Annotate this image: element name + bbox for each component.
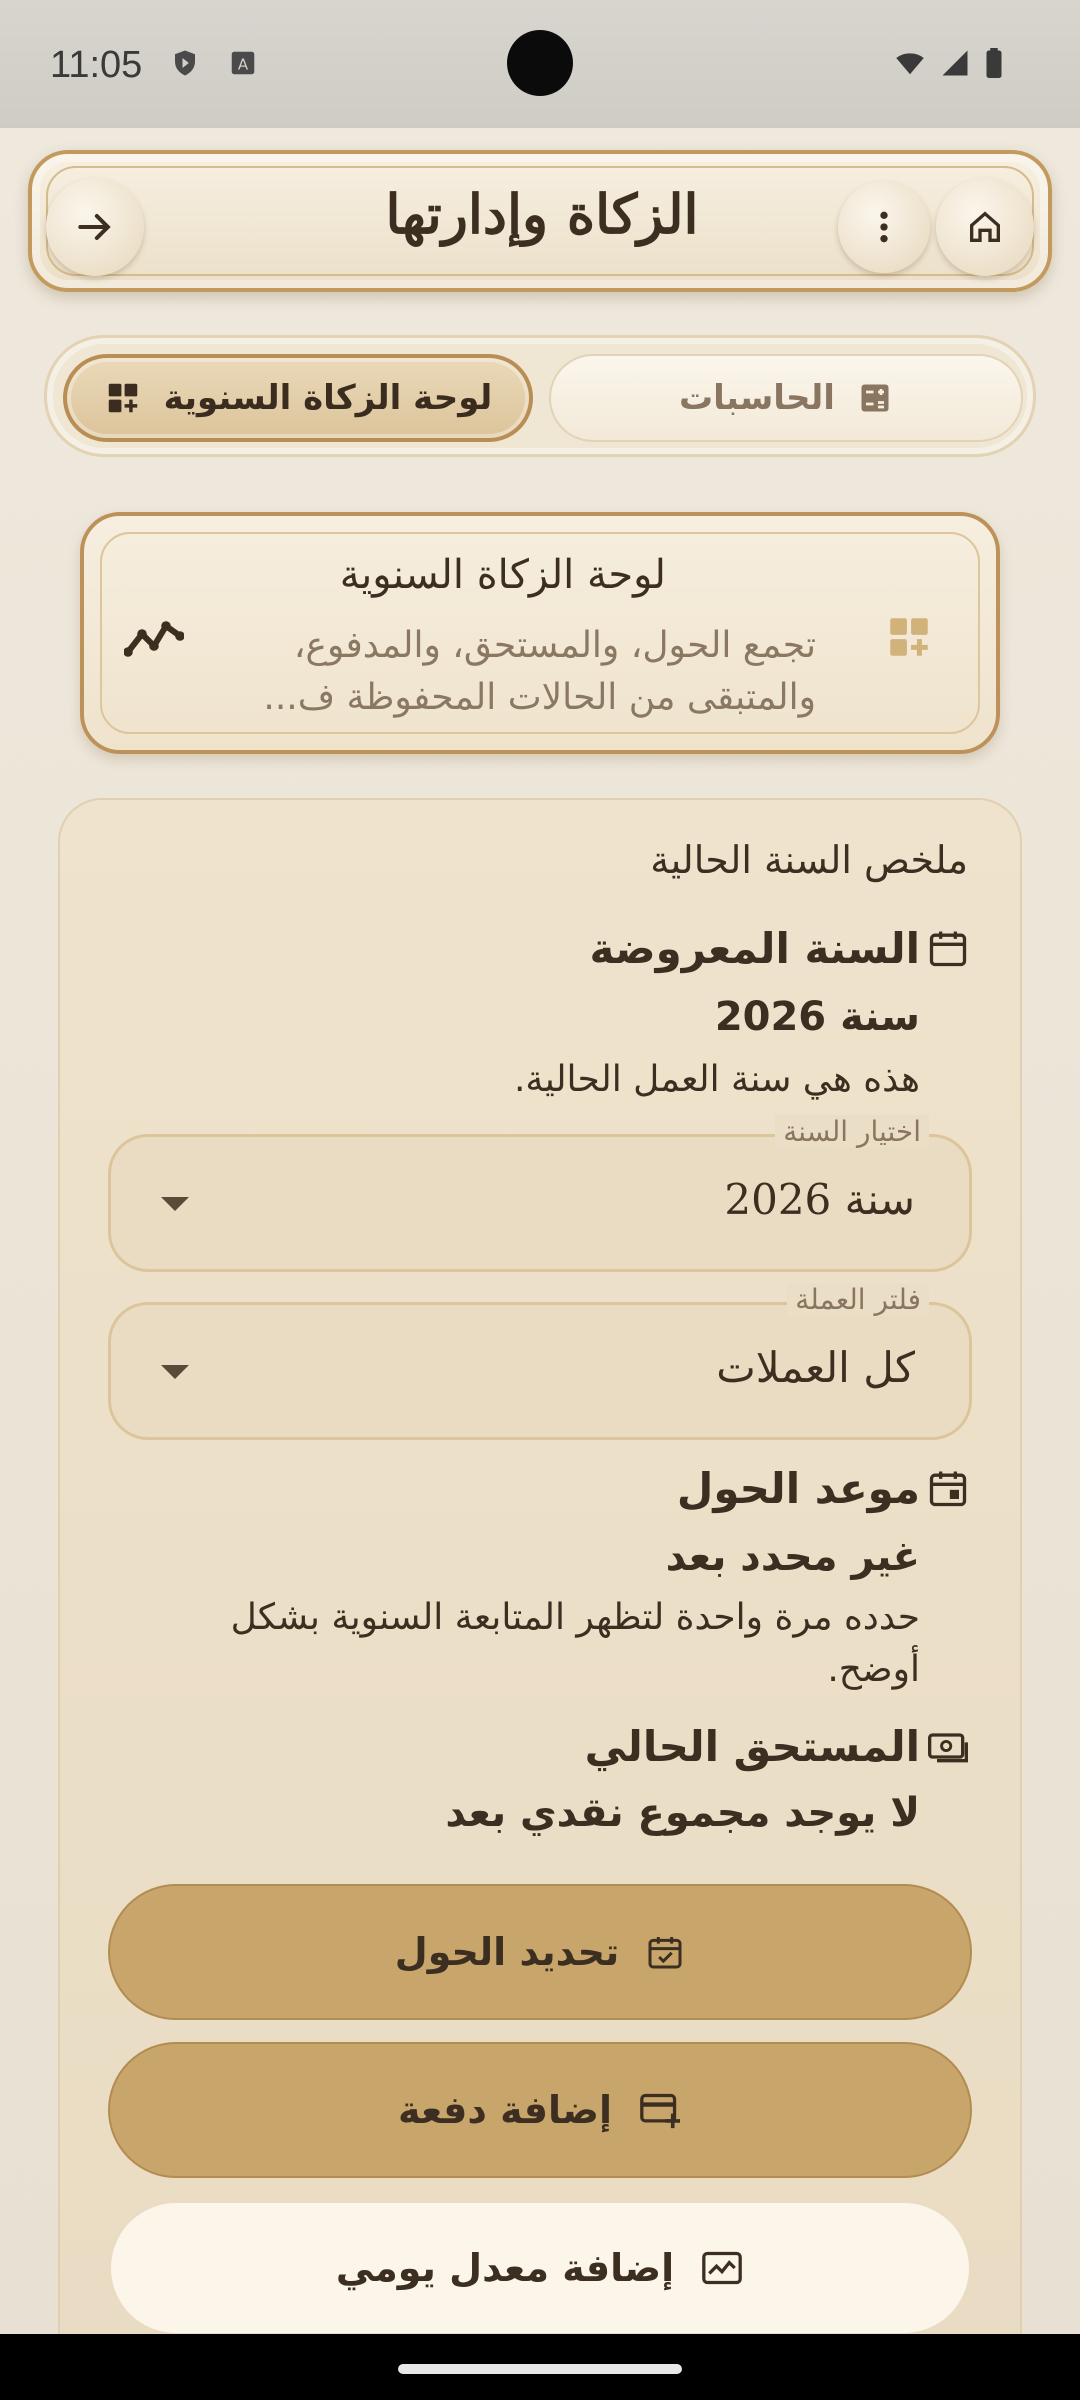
section-label: ملخص السنة الحالية — [650, 838, 968, 882]
hawl-date-subtitle: حدده مرة واحدة لتظهر المتابعة السنوية بش… — [230, 1597, 920, 1690]
status-time: 11:05 — [50, 44, 143, 86]
set-hawl-label: تحديد الحول — [394, 1930, 620, 1974]
hawl-date-title: موعد الحول — [676, 1464, 920, 1513]
year-select[interactable]: اختيار السنة سنة 2026 — [108, 1115, 972, 1272]
current-due-title: المستحق الحالي — [584, 1722, 920, 1771]
add-payment-button[interactable]: إضافة دفعة — [108, 2042, 972, 2178]
currency-filter-value: كل العملات — [716, 1343, 915, 1392]
svg-text:A: A — [238, 55, 249, 73]
more-menu-button[interactable] — [838, 181, 930, 273]
hawl-date-value: غير محدد بعد — [665, 1534, 920, 1580]
tab-calculators[interactable]: الحاسبات — [549, 354, 1023, 442]
tab-annual-dashboard[interactable]: لوحة الزكاة السنوية — [63, 354, 533, 442]
tab-bar: لوحة الزكاة السنوية الحاسبات — [44, 335, 1036, 457]
trend-line-icon — [124, 621, 184, 657]
more-vert-icon — [880, 211, 888, 243]
add-daily-rate-label: إضافة معدل يومي — [335, 2246, 675, 2290]
event-available-icon — [648, 1937, 682, 1969]
dashboard-info-card[interactable]: لوحة الزكاة السنوية تجمع الحول، والمستحق… — [80, 512, 1000, 754]
home-icon — [970, 211, 1000, 242]
home-button[interactable] — [936, 178, 1034, 276]
displayed-year-value: سنة 2026 — [714, 994, 920, 1040]
chart-rate-icon — [702, 2251, 743, 2285]
status-bar: 11:05 A — [0, 0, 1080, 128]
tab-annual-dashboard-label: لوحة الزكاة السنوية — [163, 378, 493, 418]
displayed-year-title: السنة المعروضة — [589, 924, 920, 973]
dropdown-arrow-icon — [161, 1197, 189, 1211]
a-keyboard-icon: A — [231, 51, 255, 75]
battery-icon — [986, 48, 1002, 78]
dashboard-add-icon — [108, 383, 137, 413]
shield-status-icon — [175, 50, 195, 76]
displayed-year-subtitle: هذه هي سنة العمل الحالية. — [513, 1059, 920, 1100]
tab-calculators-label: الحاسبات — [679, 378, 835, 418]
year-select-label: اختيار السنة — [775, 1115, 929, 1148]
add-payment-label: إضافة دفعة — [397, 2088, 613, 2132]
calendar-icon — [929, 931, 967, 967]
currency-filter-select[interactable]: فلتر العملة كل العملات — [108, 1283, 972, 1440]
arrow-right-icon — [78, 213, 111, 241]
camera-cutout — [507, 30, 573, 96]
set-hawl-button[interactable]: تحديد الحول — [108, 1884, 972, 2020]
home-gesture-handle[interactable] — [398, 2364, 682, 2374]
dropdown-arrow-icon — [161, 1365, 189, 1379]
app-bar: الزكاة وإدارتها — [28, 150, 1052, 292]
dashboard-add-icon — [890, 618, 928, 656]
info-card-description: تجمع الحول، والمستحق، والمدفوع، والمتبقى… — [263, 625, 816, 718]
back-button[interactable] — [46, 178, 144, 276]
info-card-title: لوحة الزكاة السنوية — [339, 552, 666, 598]
wifi-icon — [896, 53, 924, 75]
add-card-icon — [640, 2093, 681, 2129]
page-title: الزكاة وإدارتها — [385, 182, 699, 246]
signal-icon — [942, 50, 968, 76]
money-icon — [928, 1733, 968, 1763]
current-due-value: لا يوجد مجموع نقدي بعد — [445, 1790, 920, 1836]
calculator-icon — [861, 384, 889, 412]
add-daily-rate-button[interactable]: إضافة معدل يومي — [108, 2200, 972, 2336]
event-calendar-icon — [929, 1471, 967, 1507]
year-select-value: سنة 2026 — [724, 1175, 915, 1224]
currency-filter-label: فلتر العملة — [787, 1283, 929, 1316]
